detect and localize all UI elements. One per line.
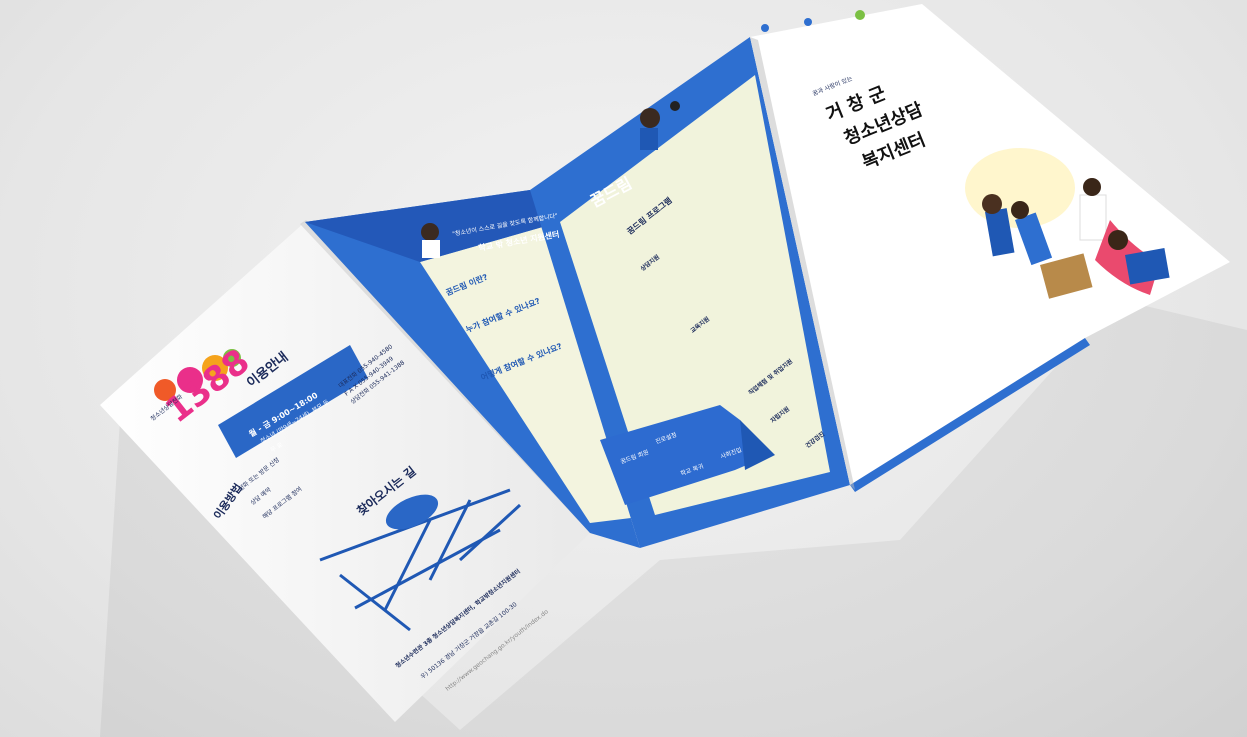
brochure-mockup-scene: 1388 청소년상담전화 이용안내 월 - 금 9:00~18:00 청소년 (… <box>0 0 1247 737</box>
brochure-illustration <box>100 4 1247 737</box>
